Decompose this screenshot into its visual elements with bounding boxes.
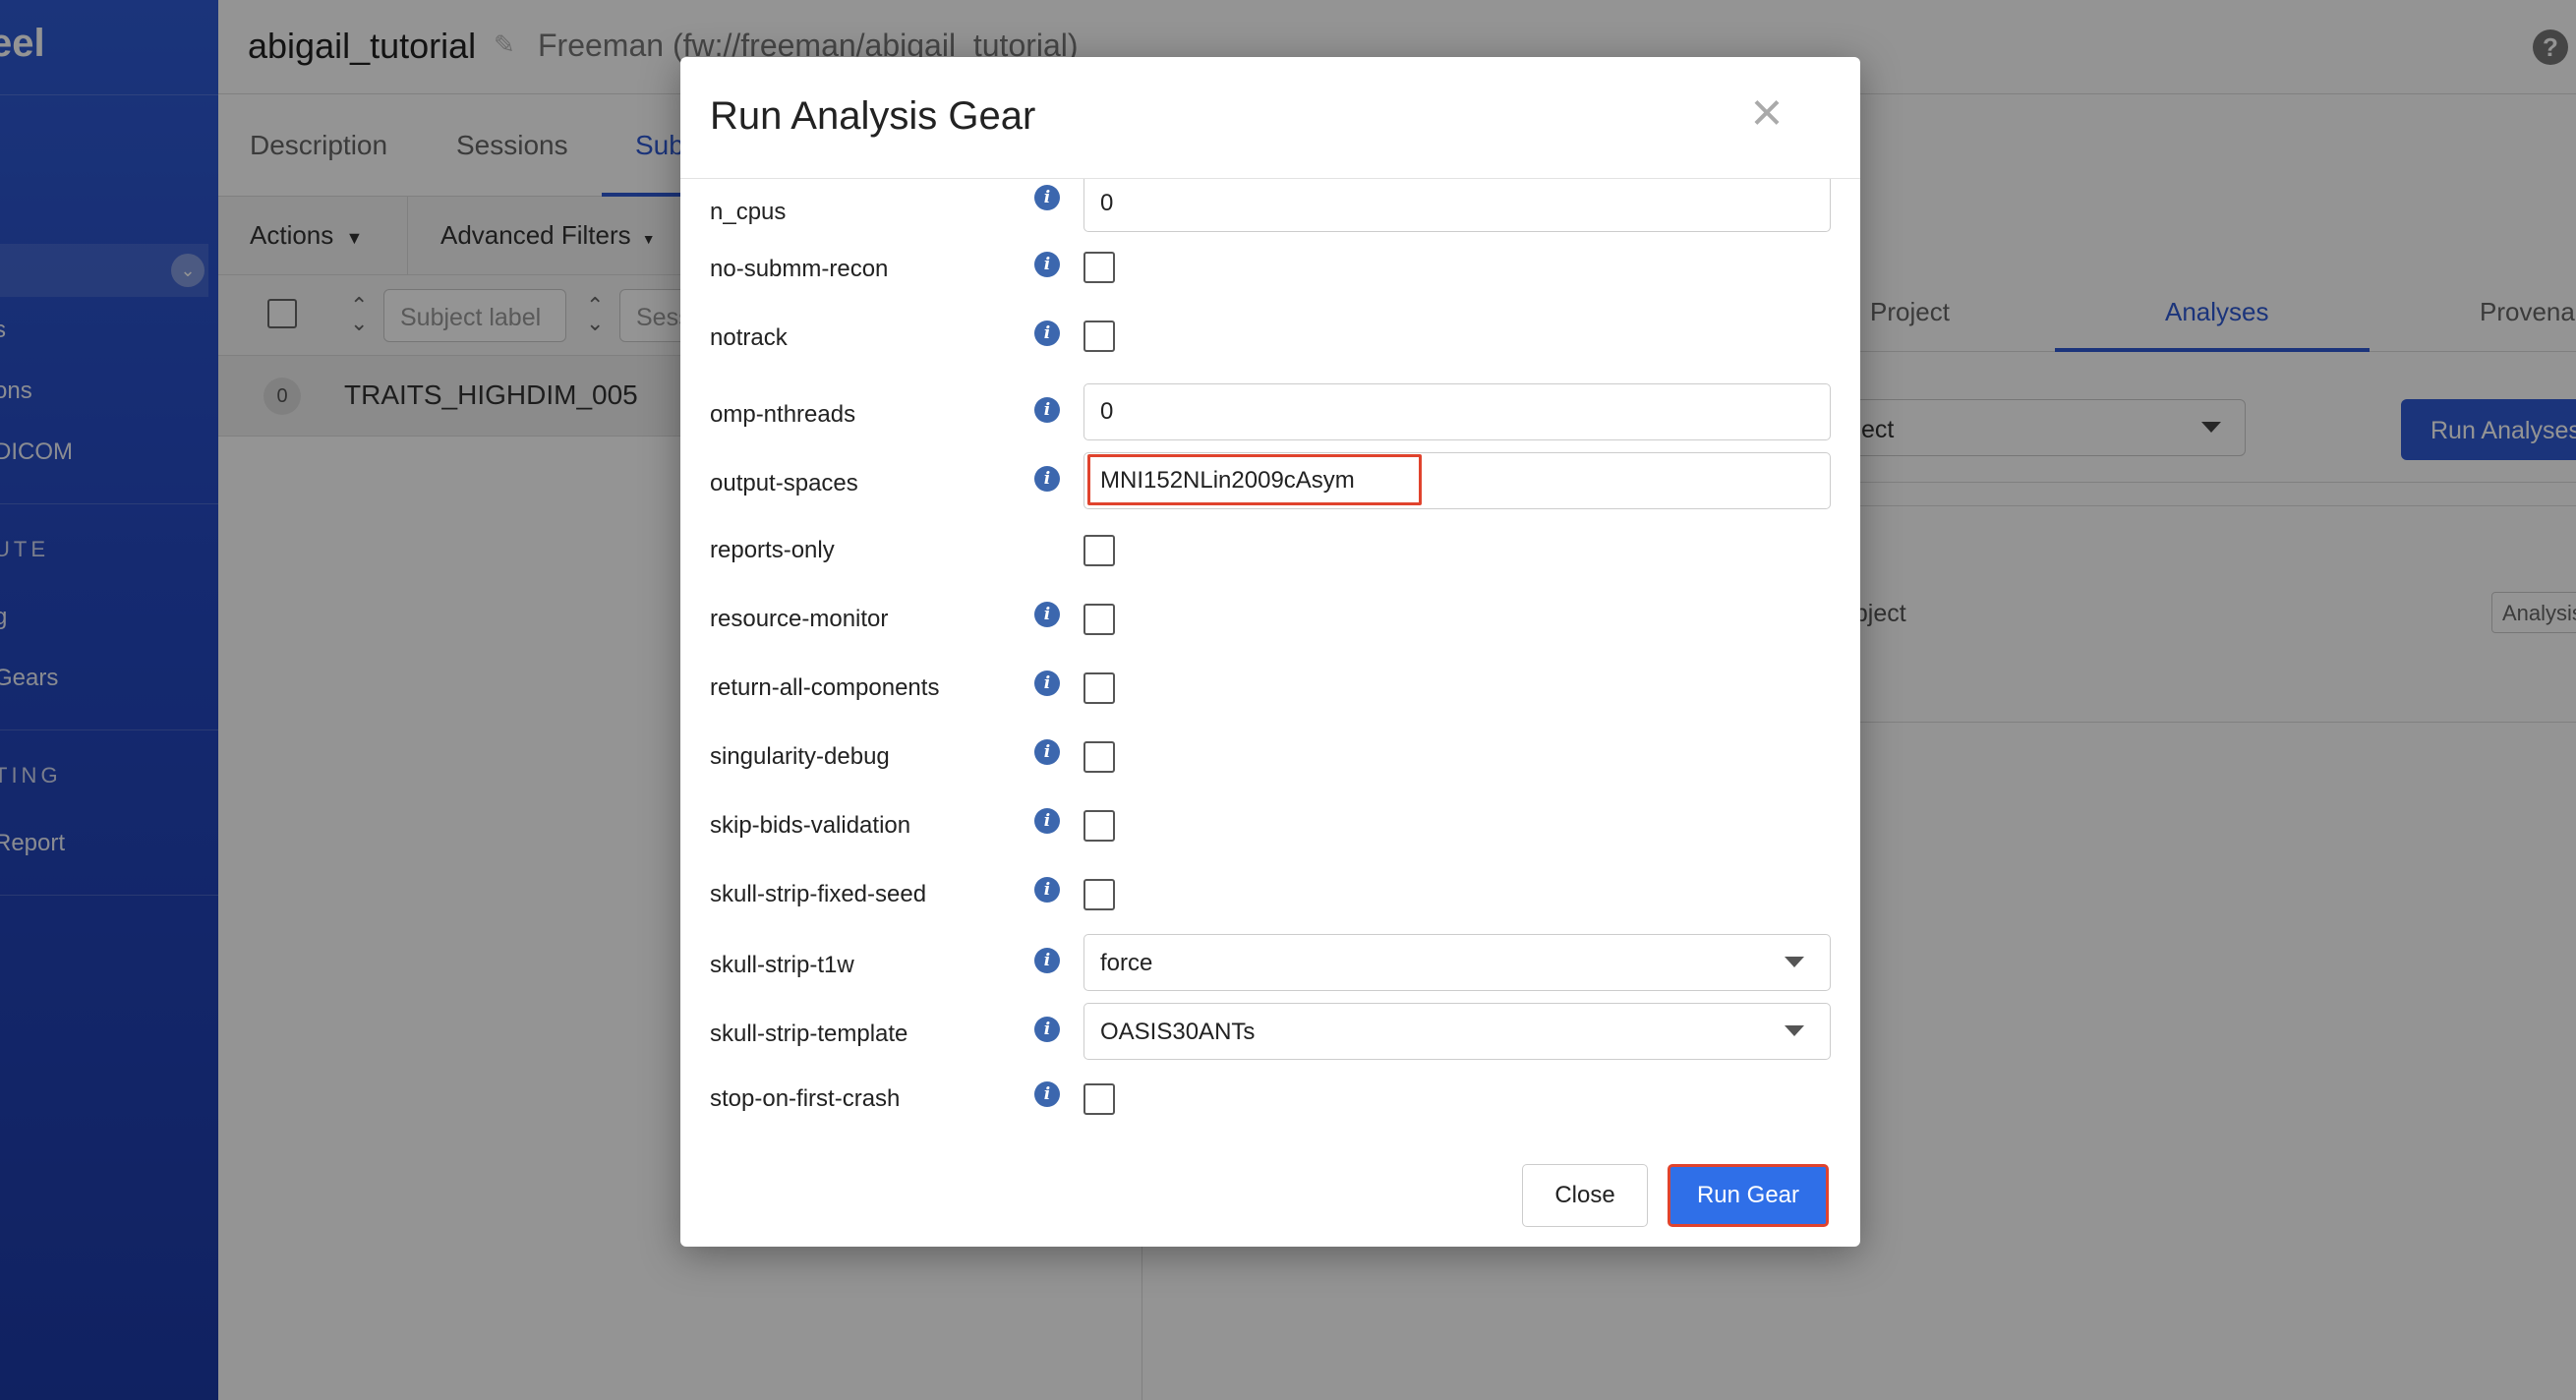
info-icon[interactable]: i [1034, 466, 1060, 492]
info-icon[interactable]: i [1034, 397, 1060, 423]
return-all-components-checkbox[interactable] [1083, 672, 1115, 704]
field-label: skull-strip-t1w [710, 952, 854, 978]
config-row: skip-bids-validation i [680, 800, 1860, 869]
skull-strip-template-select[interactable]: OASIS30ANTs [1083, 1003, 1831, 1060]
dialog-footer: Close Run Gear [680, 1164, 1860, 1247]
field-label: n_cpus [710, 199, 787, 225]
config-row: no-submm-recon i [680, 248, 1860, 317]
field-label: output-spaces [710, 470, 858, 496]
caret-down-icon [1785, 957, 1804, 967]
n-cpus-input[interactable]: 0 [1083, 179, 1831, 232]
info-icon[interactable]: i [1034, 948, 1060, 973]
field-label: skip-bids-validation [710, 812, 911, 839]
dialog-title: Run Analysis Gear [710, 94, 1036, 138]
field-label: resource-monitor [710, 606, 889, 632]
info-icon[interactable]: i [1034, 185, 1060, 210]
gear-config-form: n_cpus i 0 no-submm-recon i notrack i om… [680, 179, 1860, 1186]
caret-down-icon [1785, 1025, 1804, 1036]
config-row: n_cpus i 0 [680, 179, 1860, 248]
dialog-header: Run Analysis Gear × [680, 57, 1860, 179]
config-row: singularity-debug i [680, 731, 1860, 800]
config-row: resource-monitor i [680, 594, 1860, 663]
reports-only-checkbox[interactable] [1083, 535, 1115, 566]
select-value: force [1100, 950, 1153, 976]
info-icon[interactable]: i [1034, 1081, 1060, 1107]
config-row: output-spaces i MNI152NLin2009cAsym [680, 452, 1860, 525]
singularity-debug-checkbox[interactable] [1083, 741, 1115, 773]
omp-nthreads-input[interactable]: 0 [1083, 383, 1831, 440]
field-label: return-all-components [710, 674, 940, 701]
info-icon[interactable]: i [1034, 1017, 1060, 1042]
field-label: notrack [710, 324, 788, 351]
run-gear-button[interactable]: Run Gear [1668, 1164, 1829, 1227]
config-row: notrack i [680, 317, 1860, 385]
info-icon[interactable]: i [1034, 252, 1060, 277]
info-icon[interactable]: i [1034, 739, 1060, 765]
close-icon[interactable]: × [1742, 85, 1791, 140]
notrack-checkbox[interactable] [1083, 321, 1115, 352]
skull-strip-t1w-select[interactable]: force [1083, 934, 1831, 991]
config-row: stop-on-first-crash i [680, 1076, 1860, 1144]
field-label: skull-strip-fixed-seed [710, 881, 927, 907]
no-submm-recon-checkbox[interactable] [1083, 252, 1115, 283]
config-row: omp-nthreads i 0 [680, 383, 1860, 456]
skip-bids-validation-checkbox[interactable] [1083, 810, 1115, 842]
field-label: stop-on-first-crash [710, 1085, 901, 1112]
field-label: no-submm-recon [710, 256, 889, 282]
info-icon[interactable]: i [1034, 671, 1060, 696]
config-row: skull-strip-fixed-seed i [680, 869, 1860, 938]
config-row: skull-strip-template i OASIS30ANTs [680, 1003, 1860, 1078]
field-label: omp-nthreads [710, 401, 856, 428]
resource-monitor-checkbox[interactable] [1083, 604, 1115, 635]
select-value: OASIS30ANTs [1100, 1019, 1256, 1045]
output-spaces-input[interactable]: MNI152NLin2009cAsym [1083, 452, 1831, 509]
run-analysis-gear-dialog: Run Analysis Gear × n_cpus i 0 no-submm-… [680, 57, 1860, 1247]
skull-strip-fixed-seed-checkbox[interactable] [1083, 879, 1115, 910]
close-button[interactable]: Close [1522, 1164, 1648, 1227]
info-icon[interactable]: i [1034, 602, 1060, 627]
field-label: singularity-debug [710, 743, 890, 770]
stop-on-first-crash-checkbox[interactable] [1083, 1083, 1115, 1115]
info-icon[interactable]: i [1034, 877, 1060, 903]
config-row: return-all-components i [680, 663, 1860, 731]
config-row: skull-strip-t1w i force [680, 934, 1860, 1009]
info-icon[interactable]: i [1034, 808, 1060, 834]
field-label: skull-strip-template [710, 1021, 908, 1047]
field-label: reports-only [710, 537, 835, 563]
info-icon[interactable]: i [1034, 321, 1060, 346]
config-row: reports-only [680, 525, 1860, 594]
